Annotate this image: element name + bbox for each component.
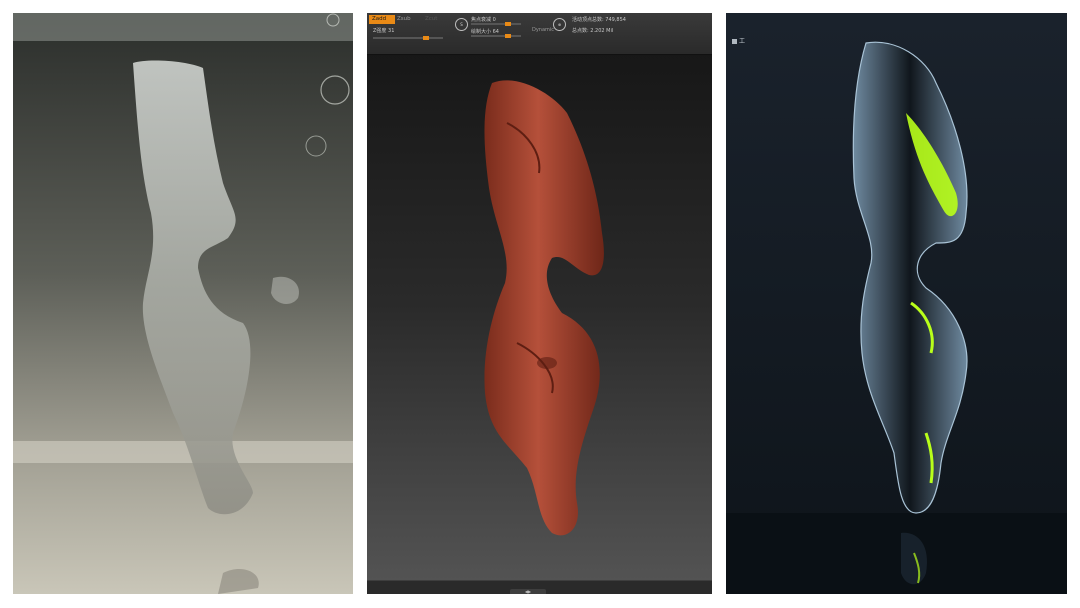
render-panel: 工 [726, 13, 1067, 594]
render-ui-label: 工 [732, 36, 745, 45]
zbrush-viewport-panel: Zadd Zsub Zcut Z强度 31 S 焦点衰减 0 绘制大小 64 D… [367, 13, 712, 594]
zbrush-toolbar: Zadd Zsub Zcut Z强度 31 S 焦点衰减 0 绘制大小 64 D… [367, 13, 712, 55]
draw-size-label: 绘制大小 64 [471, 29, 499, 35]
zsub-button[interactable]: Zsub [394, 15, 414, 24]
total-points-readout: 总点数: 2.202 Mil [572, 28, 614, 34]
zbrush-bottom-bar: ◀▶ [367, 580, 712, 594]
focal-shift-slider[interactable] [471, 22, 521, 26]
perspective-icon[interactable]: ⊕ [553, 18, 566, 31]
render-image [726, 13, 1067, 594]
sculpt-viewport[interactable] [367, 13, 712, 594]
zadd-button[interactable]: Zadd [369, 15, 395, 24]
focal-shift-icon[interactable]: S [455, 18, 468, 31]
draw-size-slider[interactable] [471, 34, 521, 38]
reference-photo-panel [13, 13, 353, 594]
z-intensity-slider[interactable] [373, 36, 443, 40]
bottom-tray-handle[interactable]: ◀▶ [510, 589, 546, 594]
layer-icon [732, 39, 737, 44]
z-intensity-label: Z强度 31 [373, 28, 395, 34]
dynamic-label[interactable]: Dynamic [532, 27, 554, 33]
zcut-button[interactable]: Zcut [422, 15, 440, 24]
focal-shift-label: 焦点衰减 0 [471, 17, 496, 23]
active-points-readout: 活动顶点总数: 749,854 [572, 17, 626, 23]
reference-photo-image [13, 13, 353, 594]
